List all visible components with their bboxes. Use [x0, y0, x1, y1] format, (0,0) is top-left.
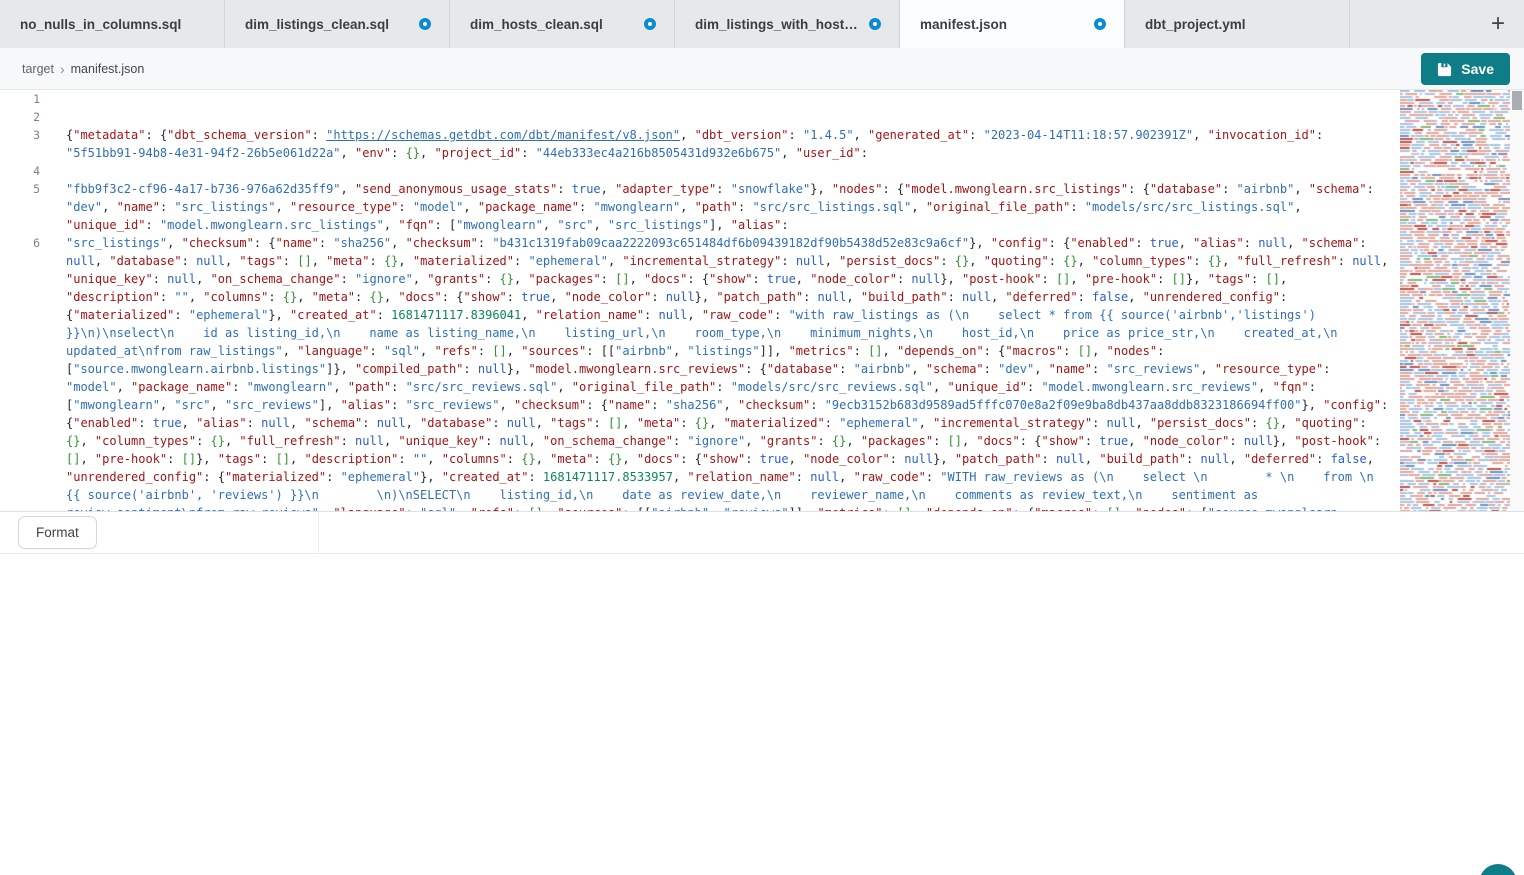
code-editor[interactable]: 1 2 3 {"metadata": {"dbt_schema_version":… — [0, 90, 1400, 511]
ide-window: no_nulls_in_columns.sql dim_listings_cle… — [0, 0, 1524, 875]
unsaved-changes-icon — [419, 18, 431, 30]
line-number: 6 — [0, 234, 40, 252]
line-number: 4 — [0, 162, 40, 180]
breadcrumb-bar: target › manifest.json Save — [0, 48, 1524, 90]
unsaved-changes-icon — [1094, 18, 1106, 30]
line-number: 5 — [0, 180, 40, 198]
scrollbar[interactable] — [1510, 90, 1524, 511]
code-text — [66, 108, 1400, 126]
code-line[interactable]: 3 {"metadata": {"dbt_schema_version": "ht… — [0, 126, 1400, 162]
panel-divider — [318, 512, 319, 553]
scrollbar-thumb[interactable] — [1512, 91, 1522, 110]
code-text: "src_listings", "checksum": {"name": "sh… — [66, 234, 1400, 511]
save-button-label: Save — [1461, 61, 1494, 77]
new-tab-button[interactable]: + — [1478, 0, 1518, 48]
code-text — [66, 90, 1400, 108]
tab-label: manifest.json — [920, 17, 1007, 32]
breadcrumb: target › manifest.json — [0, 61, 144, 77]
tab-label: no_nulls_in_columns.sql — [20, 17, 181, 32]
line-number: 3 — [0, 126, 40, 144]
save-icon — [1437, 62, 1452, 77]
tab-label: dim_listings_clean.sql — [245, 17, 389, 32]
unsaved-changes-icon — [869, 18, 881, 30]
tab-dim-listings-with-hosts-sql[interactable]: dim_listings_with_hosts.sql — [675, 0, 900, 48]
code-line[interactable]: 5 "fbb9f3c2-cf96-4a17-b736-976a62d35ff9",… — [0, 180, 1400, 234]
minimap[interactable] — [1400, 90, 1510, 511]
unsaved-changes-icon — [644, 18, 656, 30]
tab-no-nulls-in-columns-sql[interactable]: no_nulls_in_columns.sql — [0, 0, 225, 48]
code-text: {"metadata": {"dbt_schema_version": "htt… — [66, 126, 1400, 162]
code-text: "fbb9f3c2-cf96-4a17-b736-976a62d35ff9", … — [66, 180, 1400, 234]
tab-dim-hosts-clean-sql[interactable]: dim_hosts_clean.sql — [450, 0, 675, 48]
code-line[interactable]: 1 — [0, 90, 1400, 108]
code-line[interactable]: 2 — [0, 108, 1400, 126]
code-line[interactable]: 6 "src_listings", "checksum": {"name": "s… — [0, 234, 1400, 511]
breadcrumb-folder: target — [22, 62, 54, 76]
line-number: 2 — [0, 108, 40, 126]
line-number: 1 — [0, 90, 40, 108]
breadcrumb-file: manifest.json — [71, 62, 145, 76]
tab-dim-listings-clean-sql[interactable]: dim_listings_clean.sql — [225, 0, 450, 48]
save-button[interactable]: Save — [1421, 53, 1510, 85]
chevron-right-icon: › — [60, 61, 65, 77]
tab-manifest-json[interactable]: manifest.json — [900, 0, 1125, 48]
code-text — [66, 162, 1400, 180]
format-button[interactable]: Format — [18, 516, 97, 549]
tab-bar: no_nulls_in_columns.sql dim_listings_cle… — [0, 0, 1524, 48]
tab-label: dim_hosts_clean.sql — [470, 17, 603, 32]
tab-label: dim_listings_with_hosts.sql — [695, 17, 861, 32]
tab-label: dbt_project.yml — [1145, 17, 1246, 32]
code-line[interactable]: 4 — [0, 162, 1400, 180]
help-widget-button[interactable] — [1479, 864, 1517, 875]
tab-dbt-project-yml[interactable]: dbt_project.yml — [1125, 0, 1350, 48]
bottom-panel: Format — [0, 511, 1524, 554]
